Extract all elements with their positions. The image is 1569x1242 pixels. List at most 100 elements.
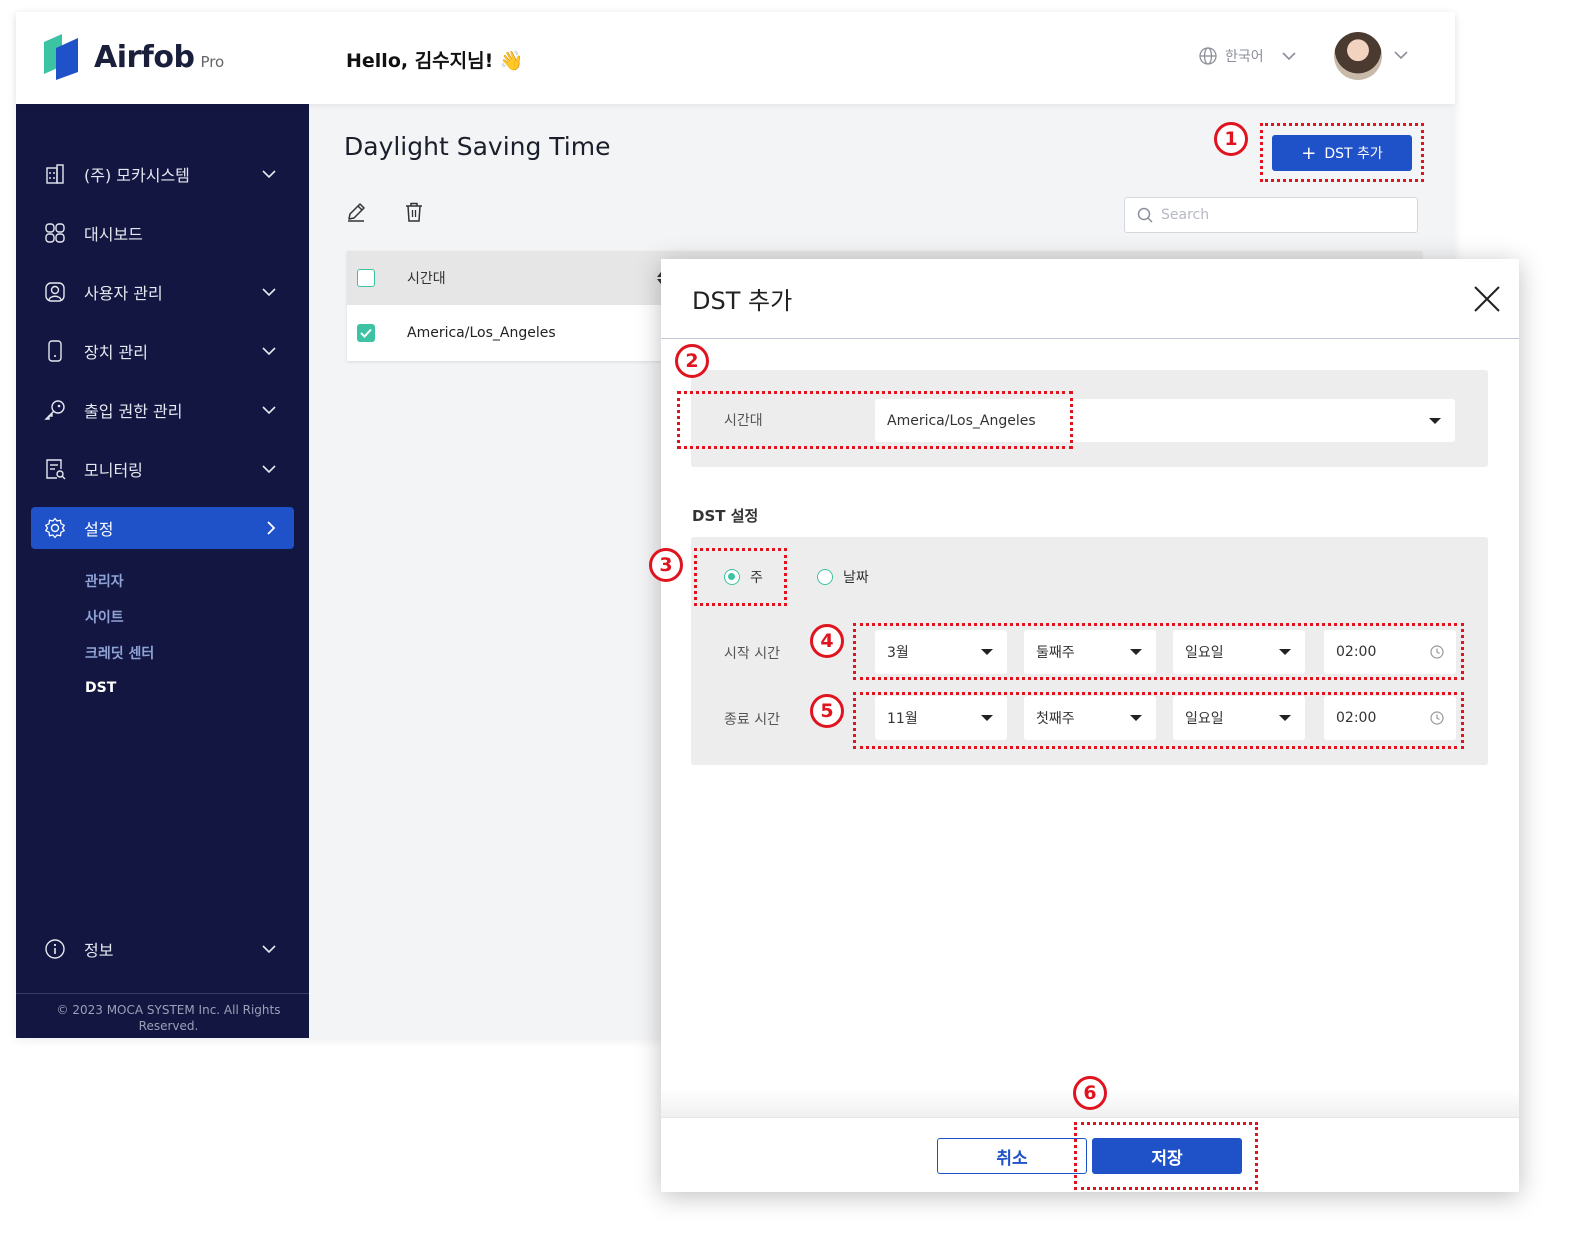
info-icon xyxy=(43,937,67,961)
row-checkbox[interactable] xyxy=(357,324,375,342)
sidebar-item-label: 사용자 관리 xyxy=(84,284,163,303)
start-time-value: 02:00 xyxy=(1336,644,1377,660)
trash-icon[interactable] xyxy=(404,202,424,222)
end-week-select[interactable]: 첫째주 xyxy=(1024,696,1156,740)
language-selector[interactable]: 한국어 xyxy=(1199,46,1296,66)
logo[interactable]: Airfob Pro xyxy=(40,32,224,82)
cancel-button[interactable]: 취소 xyxy=(937,1138,1087,1174)
search-icon xyxy=(1137,207,1153,223)
radio-week-label: 주 xyxy=(750,570,763,586)
annotation-marker: 3 xyxy=(649,548,683,582)
globe-icon xyxy=(1199,47,1217,65)
top-header: Airfob Pro Hello, 김수지님! 👋 한국어 xyxy=(16,12,1455,104)
airfob-logo-icon xyxy=(40,32,82,82)
sidebar-item-label: (주) 모카시스템 xyxy=(84,166,190,185)
sidebar-item-label: 모니터링 xyxy=(84,461,143,480)
search-input[interactable] xyxy=(1161,207,1391,223)
dst-settings-panel: 주 날짜 시작 시간 3월 둘째주 일요일 02:00 종료 시간 11월 첫째… xyxy=(691,537,1488,765)
dst-add-modal: DST 추가 시간대 America/Los_Angeles DST 설정 주 … xyxy=(661,259,1519,1192)
radio-week[interactable]: 주 xyxy=(724,567,763,587)
sidebar-item-settings[interactable]: 설정 xyxy=(31,507,294,549)
sidebar-subitem-dst[interactable]: DST xyxy=(85,680,116,696)
chevron-down-icon[interactable] xyxy=(1394,50,1408,60)
start-month-value: 3월 xyxy=(887,645,909,661)
timezone-select-value: America/Los_Angeles xyxy=(887,412,1036,429)
caret-down-icon xyxy=(1130,715,1142,721)
radio-date[interactable]: 날짜 xyxy=(817,567,869,587)
avatar[interactable] xyxy=(1334,32,1382,80)
add-dst-button-label: DST 추가 xyxy=(1324,146,1383,162)
chevron-down-icon xyxy=(262,288,276,297)
end-day-value: 일요일 xyxy=(1185,711,1224,727)
radio-button[interactable] xyxy=(817,569,833,585)
save-button[interactable]: 저장 xyxy=(1092,1138,1242,1174)
sidebar-item-users[interactable]: 사용자 관리 xyxy=(31,271,294,313)
modal-title: DST 추가 xyxy=(692,287,793,315)
chevron-down-icon xyxy=(262,465,276,474)
radio-date-label: 날짜 xyxy=(843,570,869,586)
dashboard-grid-icon xyxy=(43,221,67,245)
annotation-marker: 1 xyxy=(1214,122,1248,156)
annotation-marker: 6 xyxy=(1073,1076,1107,1110)
caret-down-icon xyxy=(981,715,993,721)
timezone-panel: 시간대 America/Los_Angeles xyxy=(691,370,1488,467)
clock-icon xyxy=(1430,645,1444,659)
start-week-select[interactable]: 둘째주 xyxy=(1024,630,1156,674)
copyright: © 2023 MOCA SYSTEM Inc. All Rights Reser… xyxy=(56,1003,281,1033)
chevron-right-icon xyxy=(267,521,276,535)
language-label: 한국어 xyxy=(1225,49,1264,65)
start-week-value: 둘째주 xyxy=(1036,645,1075,661)
sidebar-item-dashboard[interactable]: 대시보드 xyxy=(31,212,294,254)
chevron-down-icon xyxy=(262,945,276,954)
select-all-checkbox[interactable] xyxy=(357,269,375,287)
start-day-select[interactable]: 일요일 xyxy=(1173,630,1305,674)
close-icon[interactable] xyxy=(1473,285,1501,313)
logo-text: Airfob xyxy=(94,39,195,75)
key-icon xyxy=(43,398,67,422)
end-time-input[interactable]: 02:00 xyxy=(1324,696,1456,740)
sidebar-item-info[interactable]: 정보 xyxy=(31,928,294,970)
end-month-select[interactable]: 11월 xyxy=(875,696,1007,740)
chevron-down-icon xyxy=(262,406,276,415)
end-week-value: 첫째주 xyxy=(1036,711,1075,727)
gear-icon xyxy=(43,516,67,540)
radio-button-selected[interactable] xyxy=(724,569,740,585)
add-dst-button[interactable]: + DST 추가 xyxy=(1272,135,1412,171)
sidebar-subitem-credit-center[interactable]: 크레딧 센터 xyxy=(85,643,154,663)
sidebar-item-devices[interactable]: 장치 관리 xyxy=(31,330,294,372)
sidebar-subitem-admin[interactable]: 관리자 xyxy=(85,571,124,591)
annotation-marker: 4 xyxy=(810,624,844,658)
end-day-select[interactable]: 일요일 xyxy=(1173,696,1305,740)
end-time-label: 종료 시간 xyxy=(724,712,780,728)
edit-pencil-icon[interactable] xyxy=(346,202,366,222)
caret-down-icon xyxy=(1279,715,1291,721)
plus-icon: + xyxy=(1301,142,1317,164)
sidebar-item-label: 출입 권한 관리 xyxy=(84,402,183,421)
monitoring-icon xyxy=(43,457,67,481)
start-month-select[interactable]: 3월 xyxy=(875,630,1007,674)
annotation-marker: 5 xyxy=(810,694,844,728)
sidebar-item-label: 장치 관리 xyxy=(84,343,148,362)
timezone-label: 시간대 xyxy=(724,413,763,429)
clock-icon xyxy=(1430,711,1444,725)
sidebar-item-company[interactable]: (주) 모카시스템 xyxy=(31,153,294,195)
sidebar-item-label: 대시보드 xyxy=(84,225,143,244)
sidebar-item-access[interactable]: 출입 권한 관리 xyxy=(31,389,294,431)
start-time-input[interactable]: 02:00 xyxy=(1324,630,1456,674)
sidebar: (주) 모카시스템 대시보드 사용자 관리 장치 관리 출입 권한 관리 모니터… xyxy=(16,104,309,1038)
sidebar-item-monitoring[interactable]: 모니터링 xyxy=(31,448,294,490)
logo-sub: Pro xyxy=(200,53,225,71)
search-box[interactable] xyxy=(1124,197,1418,233)
dst-settings-label: DST 설정 xyxy=(692,507,759,525)
modal-divider xyxy=(661,338,1519,339)
timezone-cell: America/Los_Angeles xyxy=(407,325,556,341)
column-header-timezone[interactable]: 시간대 xyxy=(407,268,657,288)
caret-down-icon xyxy=(1130,649,1142,655)
caret-down-icon xyxy=(981,649,993,655)
timezone-select[interactable]: America/Los_Angeles xyxy=(875,399,1455,442)
page-title: Daylight Saving Time xyxy=(344,132,611,161)
caret-down-icon xyxy=(1429,417,1441,424)
sidebar-divider xyxy=(16,993,309,994)
sidebar-item-label: 정보 xyxy=(84,941,114,960)
sidebar-subitem-site[interactable]: 사이트 xyxy=(85,607,124,627)
